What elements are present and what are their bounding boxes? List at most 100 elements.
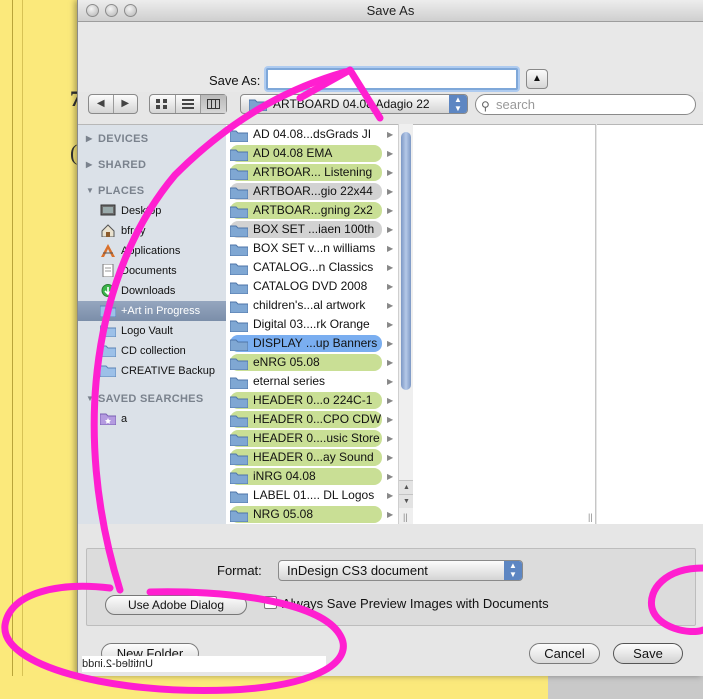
folder-name: eternal series (253, 374, 326, 388)
folder-list-item[interactable]: LABEL 01.... DL Logos ▶ (226, 486, 401, 505)
folder-list-item[interactable]: HEADER 0....usic Store ▶ (226, 429, 401, 448)
minimize-window-button[interactable] (105, 4, 118, 17)
folder-icon (230, 377, 248, 389)
column-view-button[interactable] (201, 95, 227, 113)
expand-arrow-icon: ▶ (387, 358, 394, 367)
folder-list-item[interactable]: iNRG 04.08 ▶ (226, 467, 401, 486)
scroll-up-arrow-icon[interactable]: ▲ (399, 480, 414, 494)
folder-list-item[interactable]: AD 04.08 EMA ▶ (226, 144, 401, 163)
desktop-icon (100, 204, 116, 216)
view-mode-buttons (149, 94, 227, 114)
format-select[interactable]: InDesign CS3 document ▲ ▼ (278, 560, 523, 581)
list-view-button[interactable] (176, 95, 202, 113)
column-resize-handle[interactable]: || (588, 512, 593, 522)
scroll-down-arrow-icon[interactable]: ▼ (399, 494, 414, 508)
save-as-filename-input[interactable] (266, 68, 518, 90)
disclosure-triangle-icon: ▶ (86, 160, 93, 169)
folder-list-item[interactable]: Digital 03....rk Orange ▶ (226, 315, 401, 334)
folder-list-item[interactable]: HEADER 0...o 224C-1 ▶ (226, 391, 401, 410)
sidebar-section-saved-searches[interactable]: ▼ SAVED SEARCHES (78, 389, 226, 409)
save-options-panel: Format: InDesign CS3 document ▲ ▼ Use Ado… (86, 548, 696, 626)
background-guide-line (22, 0, 23, 699)
folder-name: BOX SET v...n williams (253, 241, 376, 255)
folder-list-item[interactable]: ARTBOAR... Listening ▶ (226, 163, 401, 182)
folder-icon (230, 244, 248, 256)
folder-name: LABEL 01.... DL Logos (253, 488, 375, 502)
folder-icon (100, 365, 116, 377)
folder-list-item[interactable]: HEADER 0...ay Sound ▶ (226, 448, 401, 467)
sidebar-item-documents[interactable]: Documents (78, 261, 226, 281)
sidebar-item-logo-vault[interactable]: Logo Vault (78, 321, 226, 341)
back-button[interactable]: ◀ (89, 95, 114, 113)
folder-icon (230, 491, 248, 503)
sidebar-item-applications[interactable]: Applications (78, 241, 226, 261)
folder-icon (230, 415, 248, 427)
sidebar-item-bfrey[interactable]: bfrey (78, 221, 226, 241)
disclosure-toggle-button[interactable]: ▲ (526, 69, 548, 89)
folder-list-item[interactable]: BOX SET v...n williams ▶ (226, 239, 401, 258)
save-as-row: Save As: ▲ (78, 22, 703, 92)
format-value: InDesign CS3 document (287, 563, 428, 578)
sidebar-item-saved-search[interactable]: a (78, 409, 226, 429)
folder-list-item[interactable]: ARTBOAR...gio 22x44 ▶ (226, 182, 401, 201)
path-popup-label: ARTBOARD 04.08 Adagio 22 (273, 97, 430, 111)
sidebar-section-places[interactable]: ▼ PLACES (78, 181, 226, 201)
disclosure-triangle-icon: ▼ (86, 394, 95, 403)
sidebar-item-art-in-progress[interactable]: +Art in Progress (78, 301, 226, 321)
folder-list-item[interactable]: ARTBOAR...gning 2x2 ▶ (226, 201, 401, 220)
folder-list-item[interactable]: CATALOG...n Classics ▶ (226, 258, 401, 277)
popup-arrows-icon: ▲ ▼ (449, 95, 467, 113)
use-adobe-dialog-button[interactable]: Use Adobe Dialog (105, 595, 247, 615)
sidebar-item-desktop[interactable]: Desktop (78, 201, 226, 221)
sidebar-section-shared[interactable]: ▶ SHARED (78, 155, 226, 175)
background-document-bottom (0, 676, 548, 699)
folder-name: CATALOG DVD 2008 (253, 279, 368, 293)
vertical-scrollbar[interactable]: ▲ ▼ (398, 124, 414, 524)
zoom-window-button[interactable] (124, 4, 137, 17)
popup-arrows-icon: ▲ ▼ (504, 561, 522, 580)
icon-view-button[interactable] (150, 95, 176, 113)
applications-icon (101, 244, 115, 257)
sidebar-item-creative-backup[interactable]: CREATIVE Backup (78, 361, 226, 381)
folder-name: DISPLAY ...up Banners (253, 336, 378, 350)
close-window-button[interactable] (86, 4, 99, 17)
folder-list-item[interactable]: CATALOG DVD 2008 ▶ (226, 277, 401, 296)
folder-icon (230, 187, 248, 199)
folder-list-item[interactable]: BOX SET ...iaen 100th ▶ (226, 220, 401, 239)
folder-name: ARTBOAR...gio 22x44 (253, 184, 373, 198)
folder-list-item[interactable]: eternal series ▶ (226, 372, 401, 391)
sidebar-item-downloads[interactable]: Downloads (78, 281, 226, 301)
expand-arrow-icon: ▶ (387, 187, 394, 196)
folder-list-item[interactable]: children's...al artwork ▶ (226, 296, 401, 315)
folder-icon (100, 345, 116, 357)
background-guide-line (12, 0, 13, 699)
folder-list-item[interactable]: eNRG 05.08 ▶ (226, 353, 401, 372)
folder-name: NRG 05.08 (253, 507, 314, 521)
folder-list-item[interactable]: NRG 05.08 ▶ (226, 505, 401, 524)
folder-icon (249, 99, 267, 111)
folder-icon (230, 130, 248, 142)
sidebar-item-cd-collection[interactable]: CD collection (78, 341, 226, 361)
forward-button[interactable]: ▶ (114, 95, 138, 113)
save-button[interactable]: Save (613, 643, 683, 664)
cancel-button[interactable]: Cancel (529, 643, 600, 664)
save-as-label: Save As: (209, 73, 261, 88)
empty-column (597, 124, 703, 524)
folder-list-item[interactable]: AD 04.08...dsGrads JI ▶ (226, 125, 401, 144)
folder-icon (230, 510, 248, 522)
background-document-tab: Untitled-2.indd (82, 656, 326, 672)
list-view-icon (182, 99, 194, 109)
expand-arrow-icon: ▶ (387, 320, 394, 329)
path-popup-menu[interactable]: ARTBOARD 04.08 Adagio 22 ▲ ▼ (240, 94, 468, 114)
folder-icon (230, 434, 248, 446)
preview-images-checkbox[interactable]: ✓ (264, 596, 277, 609)
search-field[interactable]: ⚲ search (475, 94, 696, 115)
disclosure-triangle-icon: ▼ (86, 186, 95, 195)
column-resize-handle[interactable]: || (403, 512, 408, 522)
disclosure-triangle-icon: ▶ (86, 134, 93, 143)
folder-icon (230, 472, 248, 484)
scrollbar-thumb[interactable] (401, 132, 411, 390)
sidebar-section-devices[interactable]: ▶ DEVICES (78, 129, 226, 149)
folder-list-item[interactable]: HEADER 0...CPO CDW ▶ (226, 410, 401, 429)
folder-list-item[interactable]: DISPLAY ...up Banners ▶ (226, 334, 401, 353)
